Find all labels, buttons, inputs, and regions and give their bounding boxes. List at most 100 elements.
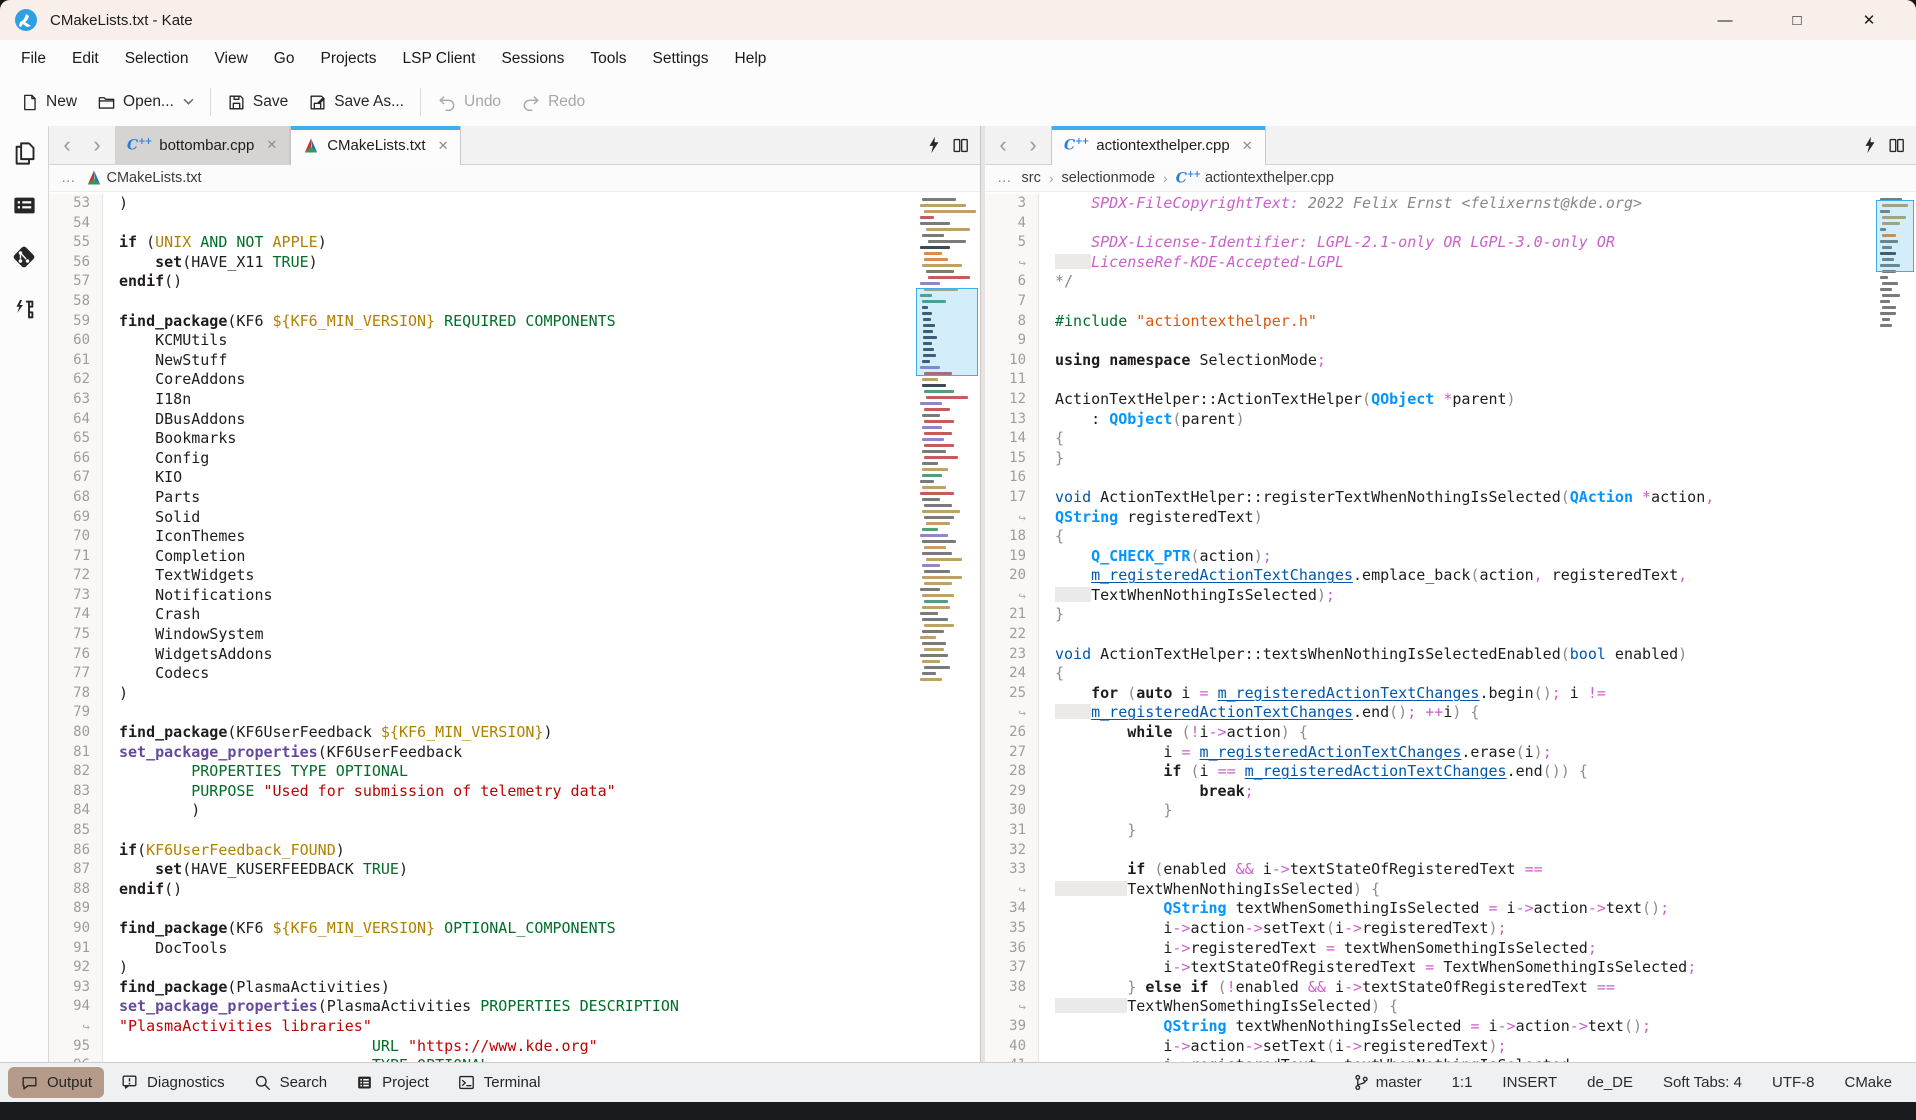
line-number: 10 (985, 351, 1039, 371)
breadcrumb-src[interactable]: src (1022, 170, 1041, 186)
toolview-terminal-button[interactable]: Terminal (445, 1067, 553, 1098)
menu-bar: FileEditSelectionViewGoProjectsLSP Clien… (0, 40, 1916, 78)
sidebar-documents-button[interactable] (9, 138, 39, 168)
code-line: 79 (49, 703, 980, 723)
code-line: 17void ActionTextHelper::registerTextWhe… (985, 488, 1916, 508)
menu-selection[interactable]: Selection (112, 44, 202, 74)
line-number: 72 (49, 566, 103, 586)
save-as-button[interactable]: Save As... (298, 86, 414, 119)
minimap-scrollbar[interactable] (1876, 194, 1914, 1062)
code-line: 21} (985, 605, 1916, 625)
tab-cmakelists-txt[interactable]: CMakeLists.txt✕ (290, 126, 461, 165)
line-number: 39 (985, 1017, 1039, 1037)
line-number: 20 (985, 566, 1039, 586)
breadcrumb-separator: › (1163, 170, 1168, 186)
minimap-scrollbar[interactable] (916, 194, 978, 1062)
menu-edit[interactable]: Edit (59, 44, 112, 74)
line-number: 90 (49, 919, 103, 939)
tab-actiontexthelper-cpp[interactable]: C++actiontexthelper.cpp✕ (1051, 126, 1266, 165)
line-number: 77 (49, 664, 103, 684)
status-cursor-position[interactable]: 1:1 (1452, 1074, 1473, 1091)
line-number: 30 (985, 801, 1039, 821)
code-line: 95 URL "https://www.kde.org" (49, 1037, 980, 1057)
undo-button[interactable]: Undo (427, 85, 511, 119)
line-number: 18 (985, 527, 1039, 547)
save-button[interactable]: Save (217, 86, 298, 119)
line-number: 85 (49, 821, 103, 841)
menu-help[interactable]: Help (722, 44, 780, 74)
line-number: 89 (49, 899, 103, 919)
close-icon[interactable]: ✕ (266, 137, 277, 153)
status-encoding[interactable]: UTF-8 (1772, 1074, 1815, 1091)
minimap-viewport[interactable] (1876, 200, 1914, 272)
code-line: 8#include "actiontexthelper.h" (985, 312, 1916, 332)
line-number: 63 (49, 390, 103, 410)
line-number: 62 (49, 370, 103, 390)
history-forward-button[interactable]: › (1019, 134, 1047, 156)
breadcrumb-actiontexthelper-cpp[interactable]: C++actiontexthelper.cpp (1176, 170, 1334, 187)
history-forward-button[interactable]: › (83, 134, 111, 156)
menu-file[interactable]: File (8, 44, 59, 74)
minimize-button[interactable]: — (1702, 5, 1748, 35)
status-tab-mode[interactable]: Soft Tabs: 4 (1663, 1074, 1742, 1091)
toolview-search-button[interactable]: Search (241, 1067, 340, 1098)
history-back-button[interactable]: ‹ (989, 134, 1017, 156)
menu-tools[interactable]: Tools (577, 44, 639, 74)
breadcrumb-ellipsis-button[interactable]: … (995, 170, 1014, 186)
line-wrap-icon: ↪ (1018, 882, 1026, 897)
kate-window: CMakeLists.txt - Kate —□✕ FileEditSelect… (0, 0, 1916, 1120)
code-line: 34 QString textWhenSomethingIsSelected =… (985, 899, 1916, 919)
breadcrumb-selectionmode[interactable]: selectionmode (1062, 170, 1156, 186)
code-line: 10using namespace SelectionMode; (985, 351, 1916, 371)
open-button[interactable]: Open... (87, 86, 204, 119)
chevron-down-icon[interactable] (183, 98, 194, 106)
menu-view[interactable]: View (201, 44, 260, 74)
code-line: 22 (985, 625, 1916, 645)
quick-open-button[interactable] (927, 136, 941, 154)
menu-lsp-client[interactable]: LSP Client (389, 44, 488, 74)
code-line: 16 (985, 468, 1916, 488)
status-input-mode[interactable]: INSERT (1502, 1074, 1557, 1091)
redo-button[interactable]: Redo (511, 85, 595, 119)
text-editor[interactable]: 3 SPDX-FileCopyrightText: 2022 Felix Ern… (985, 192, 1916, 1062)
code-line: 59find_package(KF6 ${KF6_MIN_VERSION} RE… (49, 312, 980, 332)
code-line: 20 m_registeredActionTextChanges.emplace… (985, 566, 1916, 586)
line-number: 37 (985, 958, 1039, 978)
status-git-branch[interactable]: master (1353, 1074, 1422, 1091)
split-view-button[interactable] (1887, 136, 1906, 155)
status-dictionary[interactable]: de_DE (1587, 1074, 1633, 1091)
tab-bottombar-cpp[interactable]: C++bottombar.cpp✕ (115, 126, 290, 164)
line-number: 73 (49, 586, 103, 606)
sidebar-lsp-symbols-button[interactable] (9, 294, 39, 324)
window-controls: — □ ✕ (1702, 5, 1906, 35)
code-line: 32 (985, 841, 1916, 861)
close-icon[interactable]: ✕ (1242, 138, 1253, 154)
code-line: 27 i = m_registeredActionTextChanges.era… (985, 743, 1916, 763)
breadcrumb-ellipsis-button[interactable]: … (59, 170, 78, 186)
minimap-viewport[interactable] (916, 288, 978, 376)
close-icon[interactable]: ✕ (438, 138, 449, 154)
status-highlight-mode[interactable]: CMake (1844, 1074, 1892, 1091)
line-number: 70 (49, 527, 103, 547)
menu-settings[interactable]: Settings (640, 44, 722, 74)
close-button[interactable]: ✕ (1846, 5, 1892, 35)
breadcrumb-cmakelists-txt[interactable]: CMakeLists.txt (86, 170, 202, 186)
quick-open-button[interactable] (1863, 136, 1877, 154)
text-editor[interactable]: 53)5455if (UNIX AND NOT APPLE)56 set(HAV… (49, 192, 980, 1062)
split-view-button[interactable] (951, 136, 970, 155)
editor-pane-right: ‹›C++actiontexthelper.cpp✕…src›selection… (985, 126, 1916, 1062)
toolview-project-button[interactable]: Project (343, 1067, 441, 1098)
toolview-diagnostics-button[interactable]: Diagnostics (108, 1067, 237, 1098)
menu-sessions[interactable]: Sessions (488, 44, 577, 74)
new-button[interactable]: New (10, 86, 87, 119)
toolview-output-button[interactable]: Output (8, 1067, 104, 1098)
sidebar-git-button[interactable] (9, 242, 39, 272)
project-icon (355, 1073, 374, 1092)
maximize-button[interactable]: □ (1774, 5, 1820, 35)
history-back-button[interactable]: ‹ (53, 134, 81, 156)
line-number: 95 (49, 1037, 103, 1057)
menu-go[interactable]: Go (261, 44, 308, 74)
line-number: 57 (49, 272, 103, 292)
menu-projects[interactable]: Projects (307, 44, 389, 74)
sidebar-filesystem-button[interactable] (9, 190, 39, 220)
